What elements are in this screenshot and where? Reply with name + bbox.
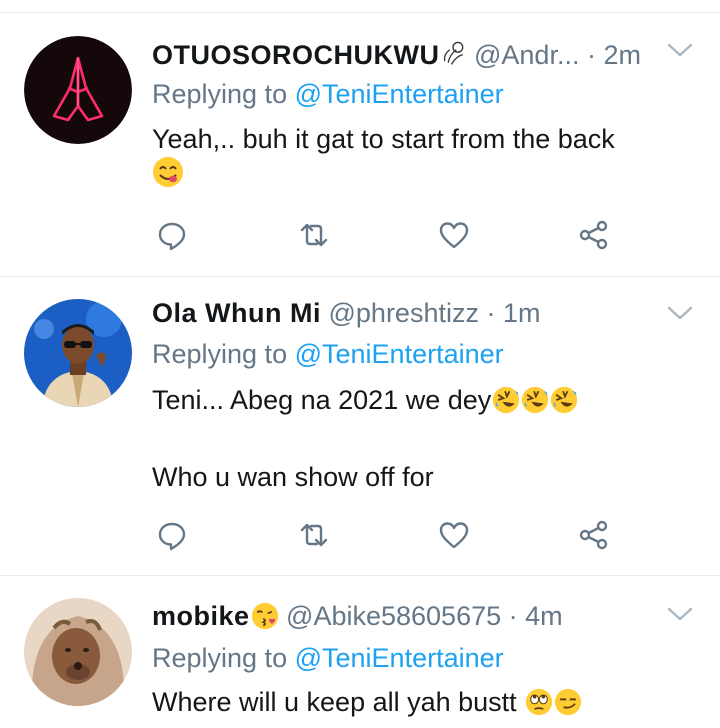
praying-hands-neon-avatar — [24, 36, 132, 144]
share-icon[interactable] — [578, 219, 614, 253]
mention-link[interactable]: @TeniEntertainer — [295, 79, 504, 109]
rofl-emoji — [521, 386, 549, 414]
chevron-down-icon[interactable] — [667, 42, 693, 58]
avatar[interactable] — [24, 299, 132, 407]
timestamp[interactable]: 4m — [525, 601, 563, 631]
timestamp[interactable]: 2m — [604, 40, 642, 70]
tweet-text: Teni... Abeg na 2021 we dey — [152, 383, 692, 417]
tweet-text-line: Who u wan show off for — [152, 462, 434, 492]
tweet-text-line: Teni... Abeg na 2021 we dey — [152, 385, 492, 415]
tweet-header: OTUOSOROCHUKWU @Andr... · 2m — [152, 38, 641, 72]
eye-roll-emoji — [525, 688, 553, 716]
retweet-icon[interactable] — [298, 219, 334, 253]
replying-to-line: Replying to @TeniEntertainer — [152, 641, 504, 675]
tweet-card[interactable]: OTUOSOROCHUKWU @Andr... · 2m Replying to… — [0, 0, 720, 276]
yum-face-emoji — [152, 156, 184, 188]
reply-icon[interactable] — [156, 219, 192, 253]
tweet-actions — [152, 519, 622, 553]
tweet-header: mobike @Abike58605675 · 4m — [152, 599, 563, 633]
replying-to-label: Replying to — [152, 79, 288, 109]
tweet-text: Yeah,.. buh it gat to start from the bac… — [152, 122, 692, 191]
kissing-face-emoji — [251, 602, 279, 630]
like-icon[interactable] — [438, 519, 474, 553]
replying-to-label: Replying to — [152, 339, 288, 369]
display-name[interactable]: mobike — [152, 601, 250, 631]
mention-link[interactable]: @TeniEntertainer — [295, 339, 504, 369]
reply-icon[interactable] — [156, 519, 192, 553]
tweet-card[interactable]: Ola Whun Mi @phreshtizz · 1m Replying to… — [0, 277, 720, 574]
mention-link[interactable]: @TeniEntertainer — [295, 643, 504, 673]
tweet-actions — [152, 219, 622, 253]
separator-dot: · — [586, 40, 596, 70]
chevron-down-icon[interactable] — [667, 606, 693, 622]
replying-to-line: Replying to @TeniEntertainer — [152, 77, 504, 111]
display-name[interactable]: Ola Whun Mi — [152, 298, 321, 328]
separator-dot: · — [508, 601, 518, 631]
user-handle[interactable]: @Abike58605675 — [286, 601, 501, 631]
avatar[interactable] — [24, 598, 132, 706]
man-with-sunglasses-avatar — [24, 299, 132, 407]
share-icon[interactable] — [578, 519, 614, 553]
tweet-text-line: Where will u keep all yah bustt — [152, 687, 517, 717]
retweet-icon[interactable] — [298, 519, 334, 553]
meteor-emoji — [440, 40, 466, 66]
separator-dot: · — [486, 298, 496, 328]
tweet-text: Where will u keep all yah bustt — [152, 685, 692, 719]
replying-to-line: Replying to @TeniEntertainer — [152, 337, 504, 371]
tweet-header: Ola Whun Mi @phreshtizz · 1m — [152, 296, 541, 330]
timestamp[interactable]: 1m — [503, 298, 541, 328]
chevron-down-icon[interactable] — [667, 305, 693, 321]
rofl-emoji — [550, 386, 578, 414]
replying-to-label: Replying to — [152, 643, 288, 673]
user-handle[interactable]: @Andr... — [474, 40, 579, 70]
tweet-text: Who u wan show off for — [152, 460, 692, 494]
avatar[interactable] — [24, 36, 132, 144]
like-icon[interactable] — [438, 219, 474, 253]
smirk-emoji — [554, 688, 582, 716]
tweet-text-line: Yeah,.. buh it gat to start from the bac… — [152, 124, 615, 154]
woman-with-hijab-avatar — [24, 598, 132, 706]
user-handle[interactable]: @phreshtizz — [329, 298, 479, 328]
display-name[interactable]: OTUOSOROCHUKWU — [152, 40, 439, 70]
tweet-card[interactable]: mobike @Abike58605675 · 4m Replying to @… — [0, 576, 720, 728]
rofl-emoji — [492, 386, 520, 414]
